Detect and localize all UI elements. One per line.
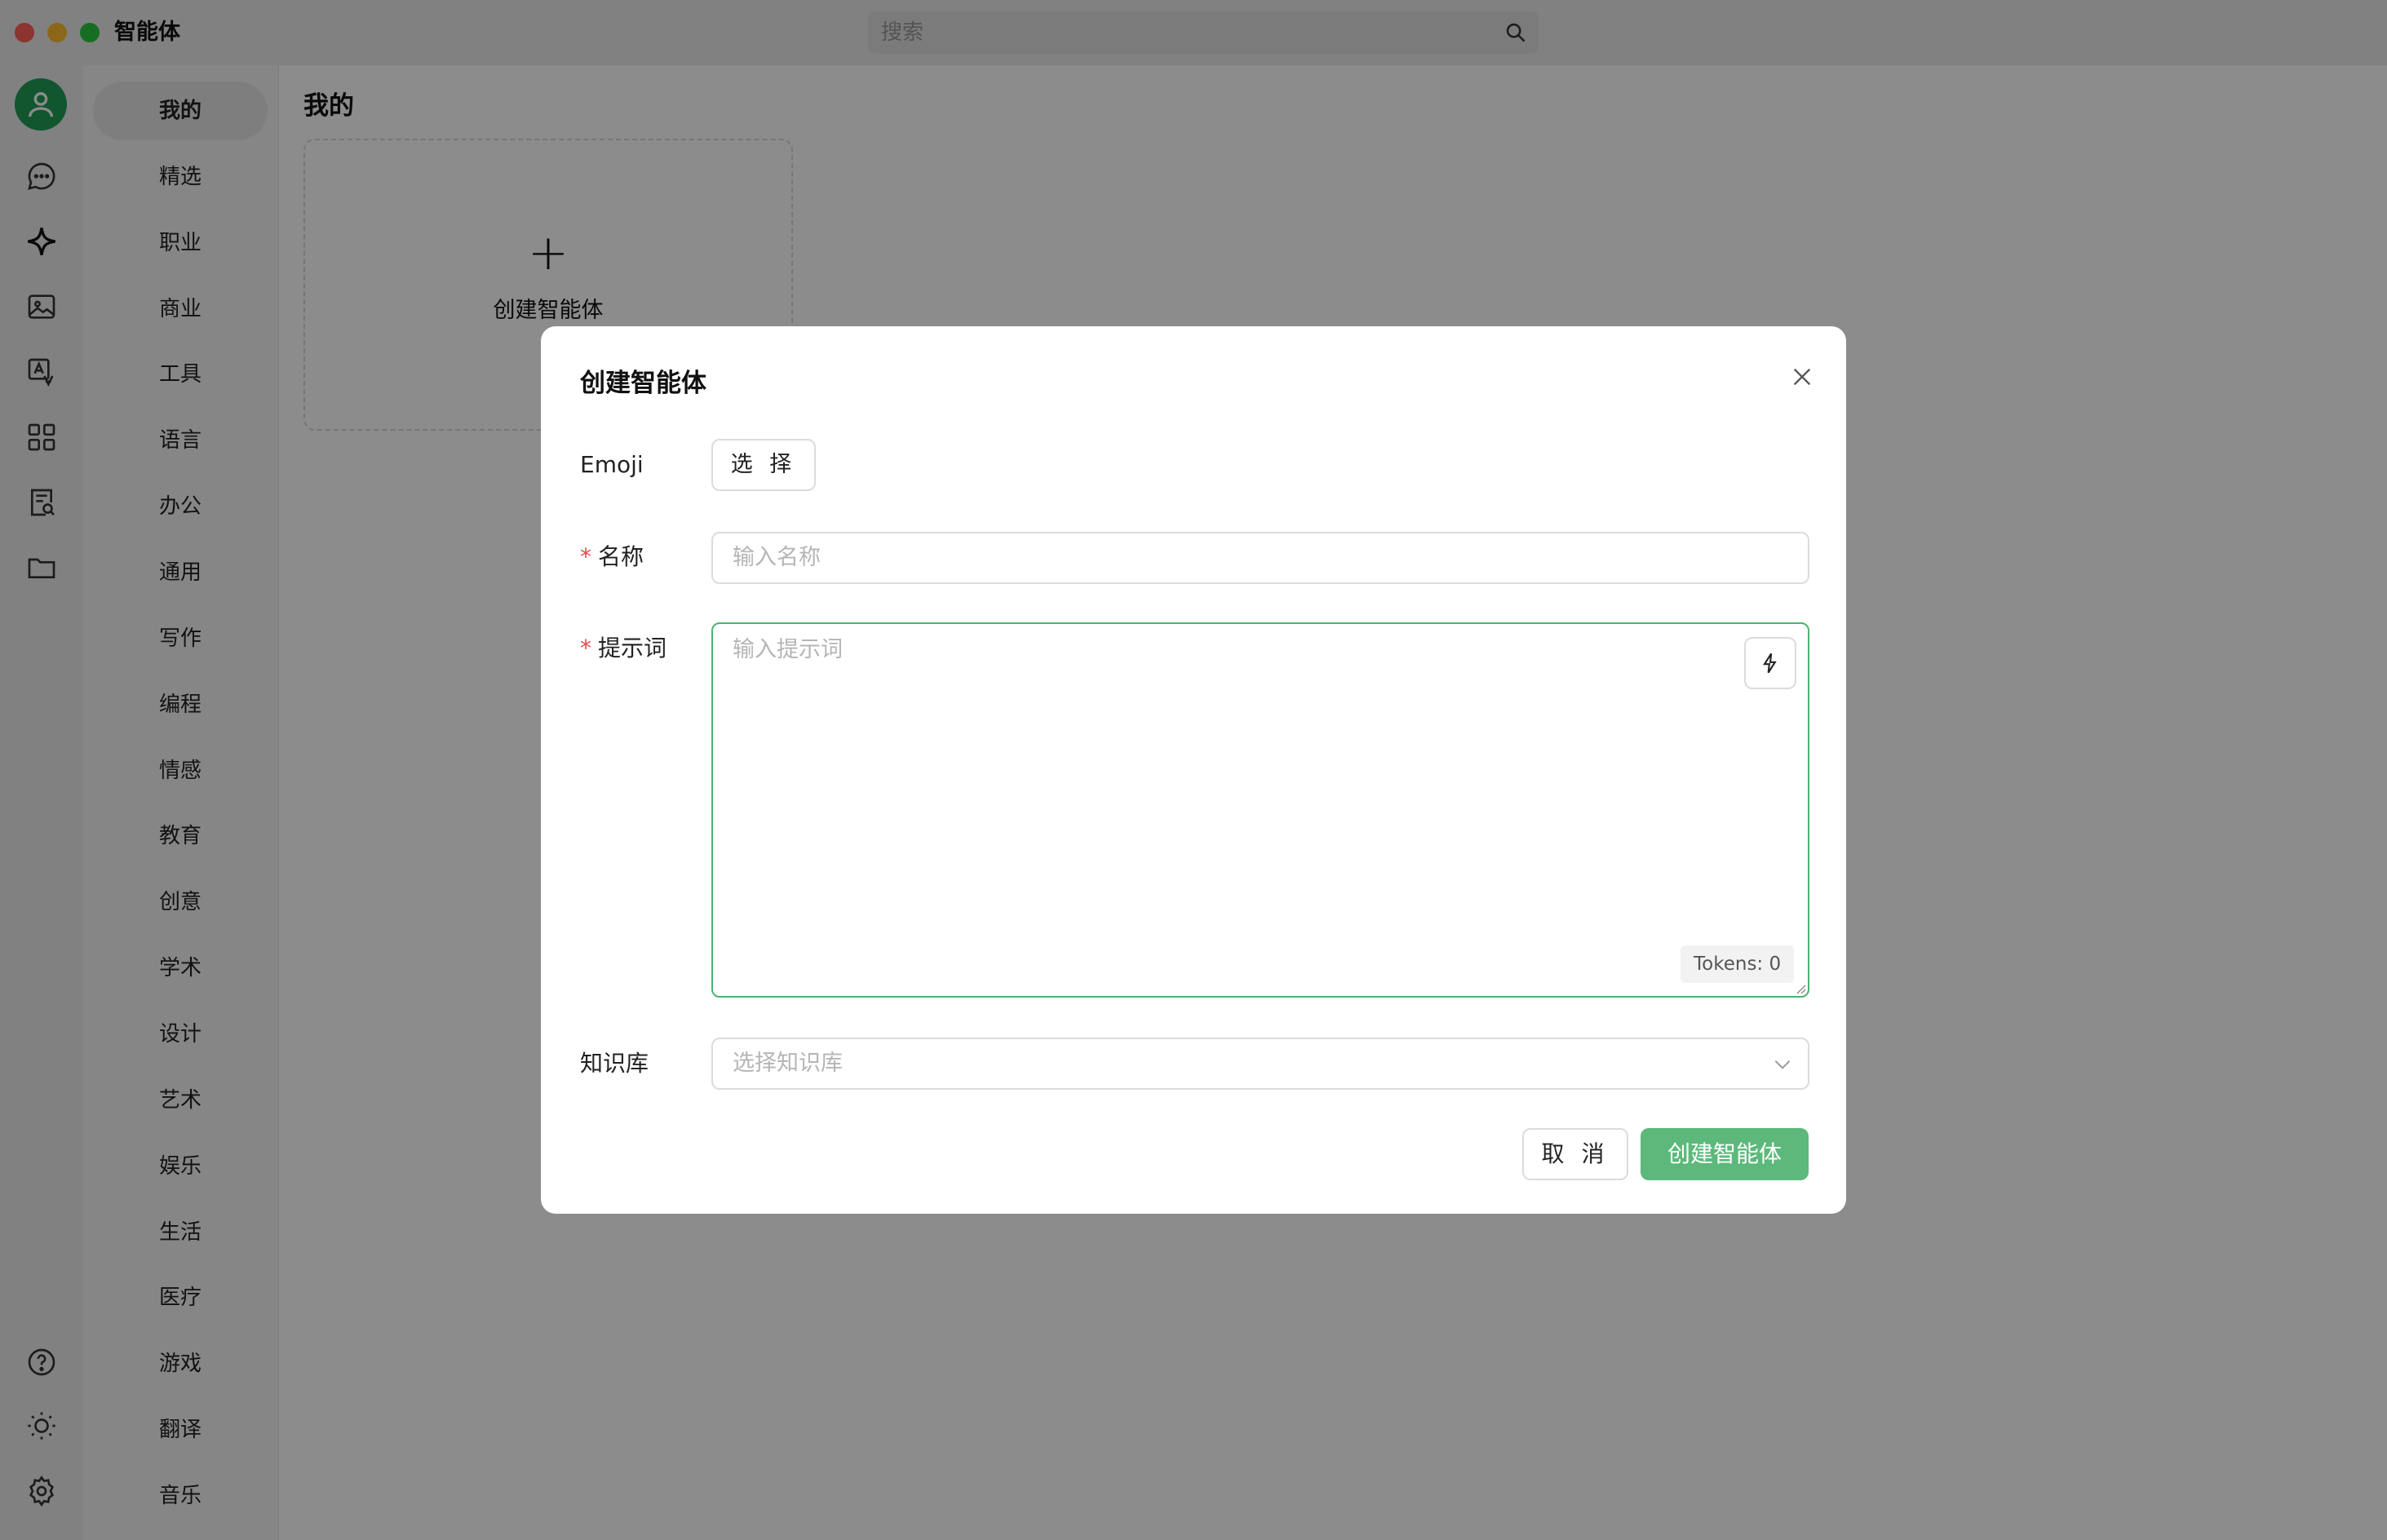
generate-prompt-button[interactable] [1744,637,1796,689]
emoji-label: Emoji [580,451,644,478]
kb-label: 知识库 [580,1050,649,1077]
prompt-label-text: 提示词 [598,635,667,662]
name-label: * 名称 [580,541,644,573]
knowledge-base-select[interactable]: 选择知识库 [711,1038,1809,1090]
dialog-close-button[interactable] [1786,361,1818,393]
resize-handle-icon[interactable] [1793,981,1806,994]
token-count-badge: Tokens: 0 [1681,945,1795,983]
create-agent-dialog: 创建智能体 Emoji 选 择 * 名称 输入名称 * 提示词 输入提示词 Toke… [541,326,1846,1214]
prompt-textarea[interactable]: 输入提示词 Tokens: 0 [711,622,1809,998]
required-star: * [580,635,591,662]
chevron-down-icon [1774,1060,1791,1069]
name-label-text: 名称 [598,543,644,570]
emoji-select-button[interactable]: 选 择 [711,439,816,491]
dialog-title: 创建智能体 [580,369,706,398]
create-agent-button[interactable]: 创建智能体 [1641,1128,1809,1180]
close-icon [1793,368,1811,386]
required-star: * [580,543,591,570]
name-placeholder: 输入名称 [733,545,821,570]
name-input[interactable]: 输入名称 [711,532,1809,584]
lightning-icon [1763,653,1777,674]
prompt-label: * 提示词 [580,632,666,665]
kb-placeholder: 选择知识库 [733,1051,843,1076]
cancel-button[interactable]: 取 消 [1522,1128,1628,1180]
prompt-placeholder: 输入提示词 [733,637,843,662]
